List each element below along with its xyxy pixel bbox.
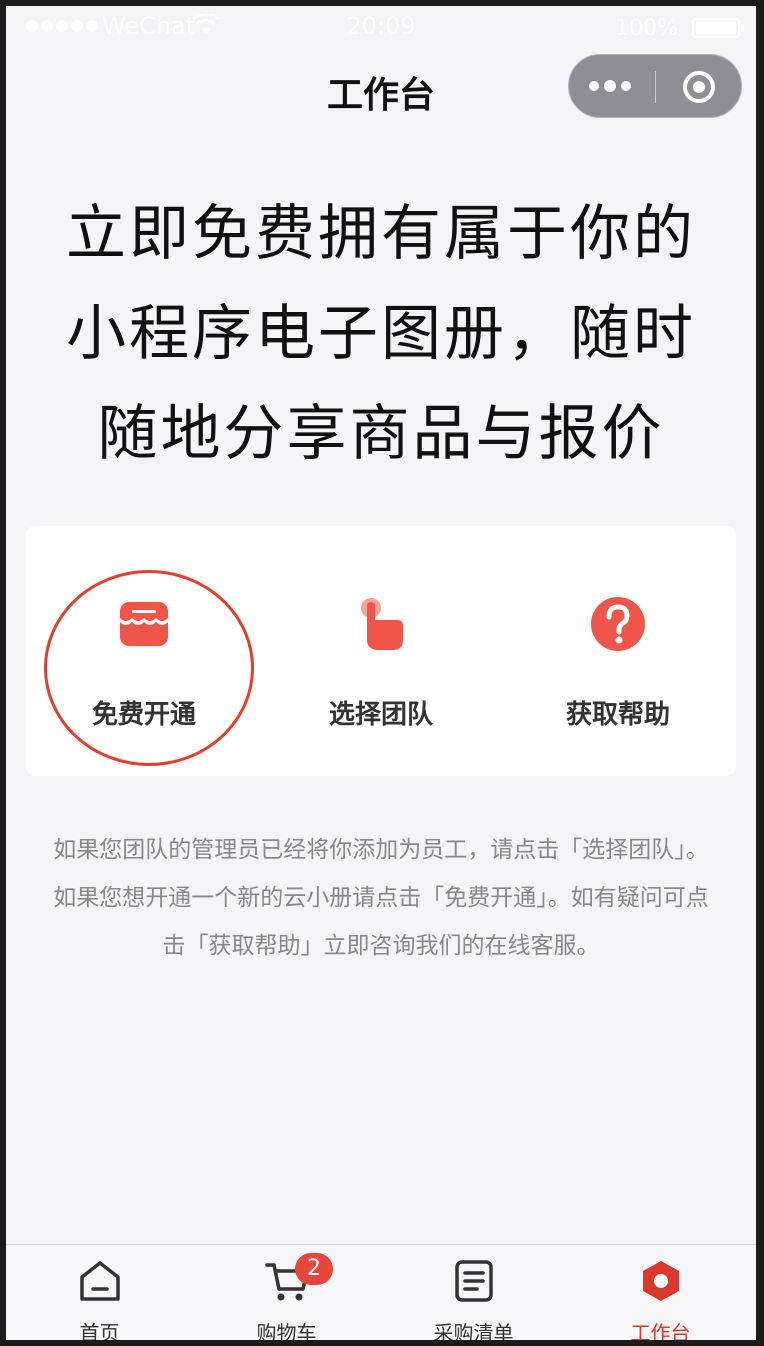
- hero-line: 小程序电子图册，随时: [66, 299, 696, 369]
- cart-count-badge: 2: [295, 1253, 333, 1285]
- hexagon-icon: [643, 1261, 679, 1301]
- nav-bar: 工作台: [6, 46, 756, 134]
- tab-bar: 首页 2 购物车 采购清单 工作台: [6, 1244, 756, 1340]
- more-icon[interactable]: [589, 73, 631, 99]
- tab-label: 购物车: [256, 1321, 317, 1340]
- battery-icon: [692, 18, 744, 38]
- hero-line: 随地分享商品与报价: [97, 399, 665, 469]
- tab-workbench[interactable]: 工作台: [567, 1245, 754, 1340]
- tab-label: 工作台: [630, 1321, 691, 1340]
- capsule-divider: [655, 71, 656, 103]
- select-team-button[interactable]: 选择团队: [263, 596, 499, 731]
- action-label: 免费开通: [91, 700, 196, 730]
- tab-label: 采购清单: [433, 1321, 514, 1340]
- action-label: 选择团队: [328, 700, 433, 730]
- free-activate-button[interactable]: 免费开通: [26, 596, 262, 731]
- tab-home[interactable]: 首页: [6, 1245, 193, 1340]
- tab-label: 首页: [79, 1321, 120, 1340]
- miniprogram-capsule: [568, 54, 742, 118]
- battery-percent: 100%: [615, 16, 678, 41]
- status-bar: WeChat 20:09 100%: [6, 6, 756, 46]
- action-card: 免费开通 选择团队 获取帮助: [26, 526, 736, 776]
- tab-purchase-list[interactable]: 采购清单: [380, 1245, 567, 1340]
- hero-headline: 立即免费拥有属于你的 小程序电子图册，随时 随地分享商品与报价: [6, 184, 756, 484]
- home-icon: [80, 1261, 120, 1301]
- get-help-button[interactable]: 获取帮助: [500, 596, 736, 731]
- store-icon: [120, 602, 168, 646]
- close-miniprogram-icon[interactable]: [681, 69, 717, 105]
- app-screen: WeChat 20:09 100% 工作台 立即免费拥有属于你的 小程序电子图册…: [6, 6, 756, 1340]
- action-label: 获取帮助: [565, 700, 670, 730]
- hand-tap-icon: [361, 598, 403, 650]
- list-icon: [455, 1260, 493, 1302]
- instructions-text: 如果您团队的管理员已经将你添加为员工，请点击「选择团队」。如果您想开通一个新的云…: [53, 837, 709, 959]
- hero-line: 立即免费拥有属于你的: [66, 199, 696, 269]
- tab-cart[interactable]: 2 购物车: [193, 1245, 380, 1340]
- question-icon: [591, 597, 645, 651]
